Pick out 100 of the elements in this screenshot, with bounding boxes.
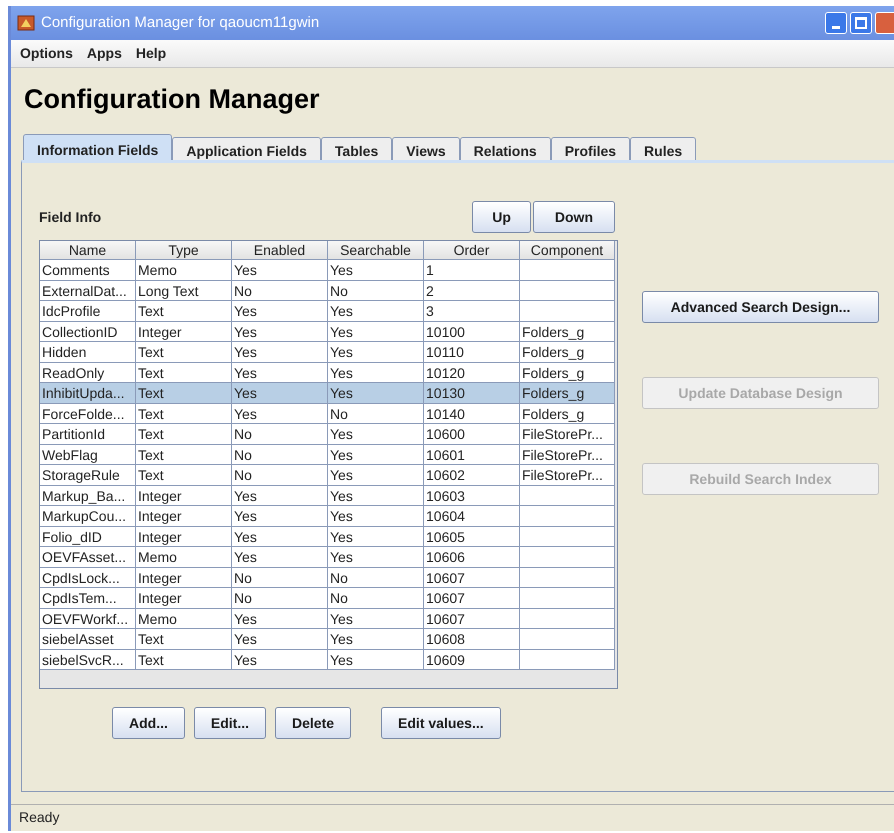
- table-cell: 10140: [424, 404, 520, 424]
- action-button[interactable]: Add...: [112, 707, 185, 739]
- table-cell: Yes: [328, 526, 424, 547]
- table-cell: Yes: [328, 547, 424, 568]
- table-cell: Memo: [136, 608, 232, 629]
- tab[interactable]: Rules: [630, 137, 696, 160]
- table-cell: 1: [424, 260, 520, 280]
- table-cell: 10603: [424, 486, 520, 506]
- table-cell: 10607: [424, 568, 520, 588]
- table-cell: CpdIsLock...: [40, 568, 136, 588]
- table-cell: Text: [136, 342, 232, 362]
- table-cell: FileStorePr...: [520, 424, 615, 444]
- tab[interactable]: Profiles: [550, 137, 630, 160]
- table-cell: No: [328, 588, 424, 608]
- tab[interactable]: Relations: [460, 137, 551, 160]
- table-cell: OEVFWorkf...: [40, 608, 136, 629]
- table-cell: Integer: [136, 568, 232, 588]
- table-cell: ExternalDat...: [40, 280, 136, 301]
- column-header[interactable]: Component: [520, 241, 615, 260]
- action-button[interactable]: Delete: [275, 707, 352, 739]
- table-cell: Text: [136, 404, 232, 424]
- table-cell: Markup_Ba...: [40, 486, 136, 506]
- table-cell: Folders_g: [520, 383, 615, 404]
- table-cell: Yes: [328, 444, 424, 465]
- table-cell: 10600: [424, 424, 520, 444]
- table-cell: ReadOnly: [40, 362, 136, 383]
- table-cell: 10601: [424, 444, 520, 465]
- table-cell: Yes: [328, 383, 424, 404]
- table-cell: siebelAsset: [40, 629, 136, 650]
- table-cell: Yes: [328, 322, 424, 342]
- table-cell: Text: [136, 629, 232, 650]
- table-cell: siebelSvcR...: [40, 650, 136, 670]
- action-button[interactable]: Edit...: [194, 707, 266, 739]
- table-cell: 10604: [424, 506, 520, 526]
- column-header[interactable]: Enabled: [232, 241, 328, 260]
- table-cell: Yes: [232, 608, 328, 629]
- table-cell: WebFlag: [40, 444, 136, 465]
- table-cell: Memo: [136, 547, 232, 568]
- table-cell: Comments: [40, 260, 136, 280]
- close-button[interactable]: [875, 12, 894, 34]
- tab[interactable]: Application Fields: [172, 137, 321, 160]
- tab[interactable]: Views: [392, 137, 460, 160]
- section-label: Field Info: [39, 208, 102, 226]
- maximize-button[interactable]: [850, 12, 872, 34]
- table-cell: Text: [136, 650, 232, 670]
- table-cell: Yes: [328, 301, 424, 322]
- column-header[interactable]: Type: [136, 241, 232, 260]
- table-cell: MarkupCou...: [40, 506, 136, 526]
- table-cell: No: [328, 568, 424, 588]
- table-cell: Yes: [328, 424, 424, 444]
- tab[interactable]: Tables: [320, 137, 392, 160]
- table-cell: Text: [136, 444, 232, 465]
- table-cell: No: [232, 568, 328, 588]
- table-cell: Yes: [232, 301, 328, 322]
- table-cell: Yes: [328, 260, 424, 280]
- table-cell: 10606: [424, 547, 520, 568]
- column-header[interactable]: Name: [40, 241, 136, 260]
- status-bar: Ready: [11, 804, 894, 828]
- table-cell: InhibitUpda...: [40, 383, 136, 404]
- table-cell: Folders_g: [520, 322, 615, 342]
- table-cell: Yes: [232, 362, 328, 383]
- table-cell: Folders_g: [520, 362, 615, 383]
- move-button[interactable]: Up: [472, 201, 531, 233]
- table-cell: IdcProfile: [40, 301, 136, 322]
- table-cell: Yes: [232, 506, 328, 526]
- column-header[interactable]: Order: [424, 241, 520, 260]
- table-cell: Yes: [328, 506, 424, 526]
- table-cell: Integer: [136, 526, 232, 547]
- action-button[interactable]: Edit values...: [381, 707, 501, 739]
- column-header[interactable]: Searchable: [328, 241, 424, 260]
- table-cell: Yes: [328, 650, 424, 670]
- table-cell: 10100: [424, 322, 520, 342]
- menu-item[interactable]: Apps: [86, 43, 122, 64]
- table-cell: ForceFolde...: [40, 404, 136, 424]
- table-cell: Folders_g: [520, 404, 615, 424]
- table-cell: PartitionId: [40, 424, 136, 444]
- table-cell: StorageRule: [40, 465, 136, 486]
- table-cell: Text: [136, 465, 232, 486]
- table-cell: 3: [424, 301, 520, 322]
- table-cell: No: [328, 280, 424, 301]
- table-cell: Integer: [136, 486, 232, 506]
- move-button[interactable]: Down: [532, 201, 615, 233]
- table-cell: Folders_g: [520, 342, 615, 362]
- table-cell: Yes: [328, 629, 424, 650]
- side-button[interactable]: Advanced Search Design...: [642, 291, 879, 323]
- table-cell: Integer: [136, 506, 232, 526]
- table-cell: Text: [136, 424, 232, 444]
- menu-item[interactable]: Options: [20, 43, 73, 64]
- table-cell: Yes: [232, 404, 328, 424]
- menu-item[interactable]: Help: [136, 43, 166, 64]
- minimize-button[interactable]: [825, 12, 847, 34]
- table-cell: Yes: [232, 342, 328, 362]
- table-cell: Yes: [232, 486, 328, 506]
- tab[interactable]: Information Fields: [23, 134, 172, 160]
- table-cell: Text: [136, 301, 232, 322]
- table-cell: Integer: [136, 322, 232, 342]
- table-cell: Yes: [328, 362, 424, 383]
- table-cell: 10605: [424, 526, 520, 547]
- table-cell: FileStorePr...: [520, 444, 615, 465]
- table-cell: Yes: [232, 629, 328, 650]
